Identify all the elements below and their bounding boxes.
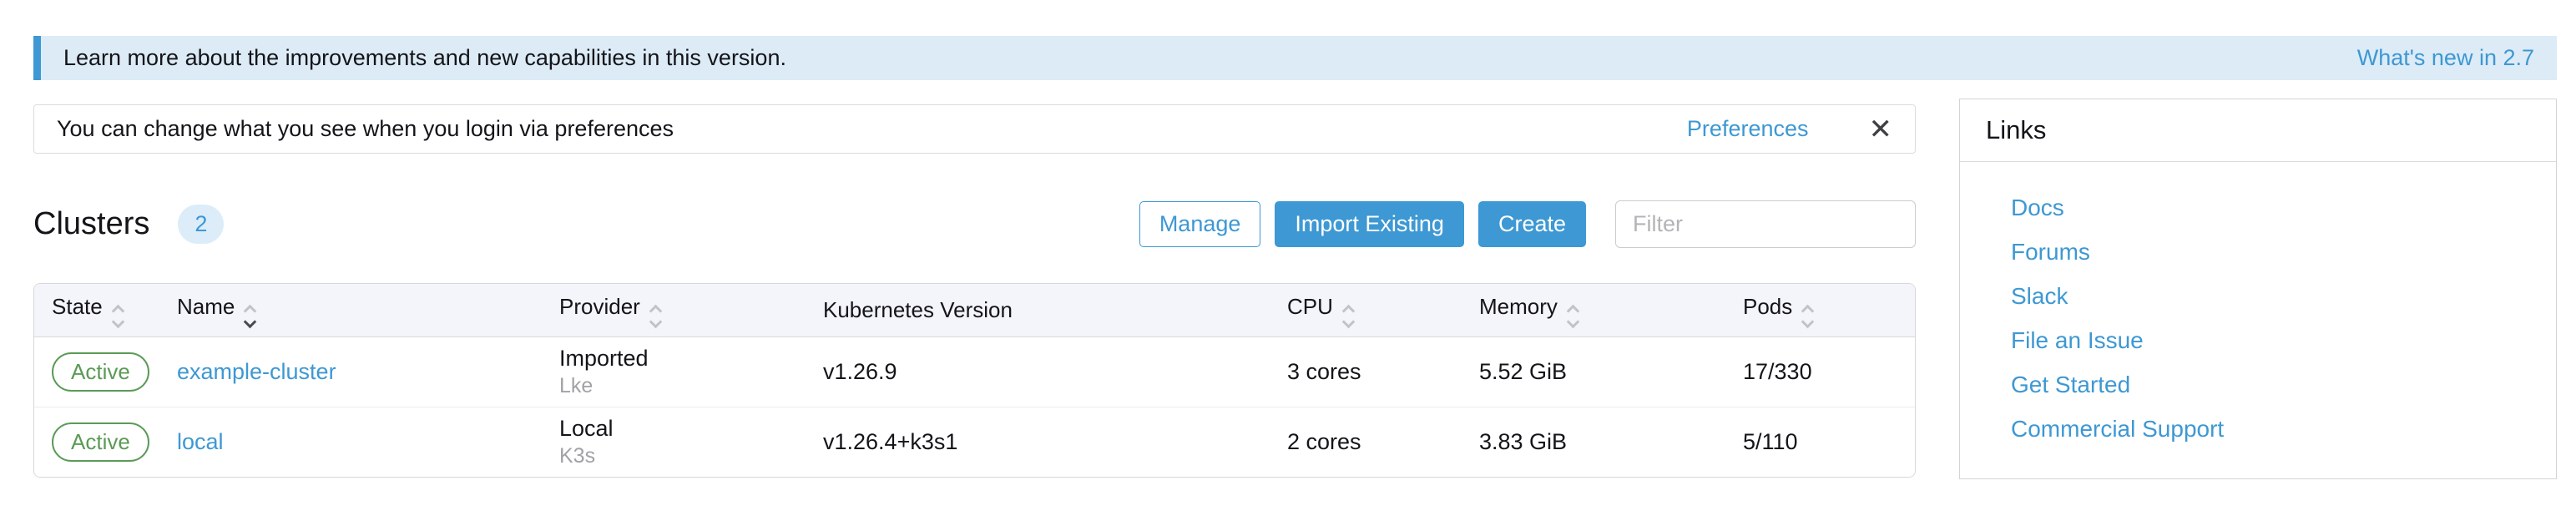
status-badge: Active (52, 352, 149, 392)
status-badge: Active (52, 422, 149, 462)
version-banner: Learn more about the improvements and ne… (33, 36, 2557, 80)
link-commercial-support[interactable]: Commercial Support (2011, 415, 2531, 443)
main-column: You can change what you see when you log… (33, 80, 1916, 478)
page-title: Clusters (33, 206, 149, 242)
column-label: Pods (1743, 294, 1792, 319)
column-header-memory[interactable]: Memory (1462, 284, 1725, 337)
kubernetes-version-cell: v1.26.9 (806, 337, 1270, 407)
filter-input[interactable] (1615, 200, 1916, 248)
preferences-link[interactable]: Preferences (1687, 116, 1809, 142)
provider-distro: K3s (559, 444, 806, 468)
kubernetes-version-cell: v1.26.4+k3s1 (806, 407, 1270, 477)
links-list: Docs Forums Slack File an Issue Get Star… (1960, 162, 2556, 478)
close-icon[interactable]: ✕ (1869, 115, 1893, 144)
column-label: Memory (1479, 294, 1558, 319)
links-panel-title: Links (1960, 99, 2556, 162)
provider-distro: Lke (559, 374, 806, 398)
pods-cell: 17/330 (1725, 337, 1915, 407)
login-banner-text: You can change what you see when you log… (57, 116, 674, 142)
login-preferences-banner: You can change what you see when you log… (33, 104, 1916, 154)
links-panel: Links Docs Forums Slack File an Issue Ge… (1959, 99, 2557, 479)
cpu-cell: 3 cores (1270, 337, 1462, 407)
cluster-manager-page: Learn more about the improvements and ne… (0, 0, 2576, 516)
column-header-kubernetes-version[interactable]: Kubernetes Version (806, 284, 1270, 337)
column-header-state[interactable]: State (34, 284, 159, 337)
link-docs[interactable]: Docs (2011, 194, 2531, 222)
link-slack[interactable]: Slack (2011, 282, 2531, 311)
sort-icon (245, 306, 255, 326)
sort-icon (1344, 306, 1353, 326)
pods-cell: 5/110 (1725, 407, 1915, 477)
cluster-name-link[interactable]: local (177, 429, 224, 454)
whats-new-link[interactable]: What's new in 2.7 (2357, 45, 2534, 71)
cpu-cell: 2 cores (1270, 407, 1462, 477)
sort-icon (1803, 306, 1812, 326)
table-header: State Name Provider Kubernetes Version C (34, 284, 1915, 337)
column-label: Kubernetes Version (823, 297, 1013, 322)
column-label: Name (177, 294, 235, 319)
column-header-cpu[interactable]: CPU (1270, 284, 1462, 337)
table-row[interactable]: Active example-cluster Imported Lke v1.2… (34, 337, 1915, 407)
cluster-count-badge: 2 (178, 205, 224, 244)
cluster-actions: Manage Import Existing Create (1125, 200, 1916, 248)
column-label: CPU (1287, 294, 1333, 319)
memory-cell: 5.52 GiB (1462, 337, 1725, 407)
clusters-table: State Name Provider Kubernetes Version C (33, 283, 1916, 478)
sort-icon (651, 306, 660, 326)
create-button[interactable]: Create (1478, 201, 1586, 247)
column-label: State (52, 294, 103, 319)
memory-cell: 3.83 GiB (1462, 407, 1725, 477)
column-header-name[interactable]: Name (159, 284, 542, 337)
column-header-provider[interactable]: Provider (542, 284, 806, 337)
table-row[interactable]: Active local Local K3s v1.26.4+k3s1 2 co… (34, 407, 1915, 477)
provider-name: Local (559, 416, 806, 442)
content-columns: You can change what you see when you log… (33, 80, 2557, 479)
manage-button[interactable]: Manage (1139, 201, 1261, 247)
link-file-an-issue[interactable]: File an Issue (2011, 326, 2531, 355)
sort-icon (114, 306, 123, 326)
column-header-pods[interactable]: Pods (1725, 284, 1915, 337)
sort-icon (1568, 306, 1578, 326)
link-get-started[interactable]: Get Started (2011, 371, 2531, 399)
provider-name: Imported (559, 346, 806, 372)
column-label: Provider (559, 294, 640, 319)
cluster-name-link[interactable]: example-cluster (177, 359, 336, 384)
clusters-header-row: Clusters 2 Manage Import Existing Create (33, 193, 1916, 255)
import-existing-button[interactable]: Import Existing (1275, 201, 1464, 247)
link-forums[interactable]: Forums (2011, 238, 2531, 266)
version-banner-text: Learn more about the improvements and ne… (63, 45, 786, 71)
